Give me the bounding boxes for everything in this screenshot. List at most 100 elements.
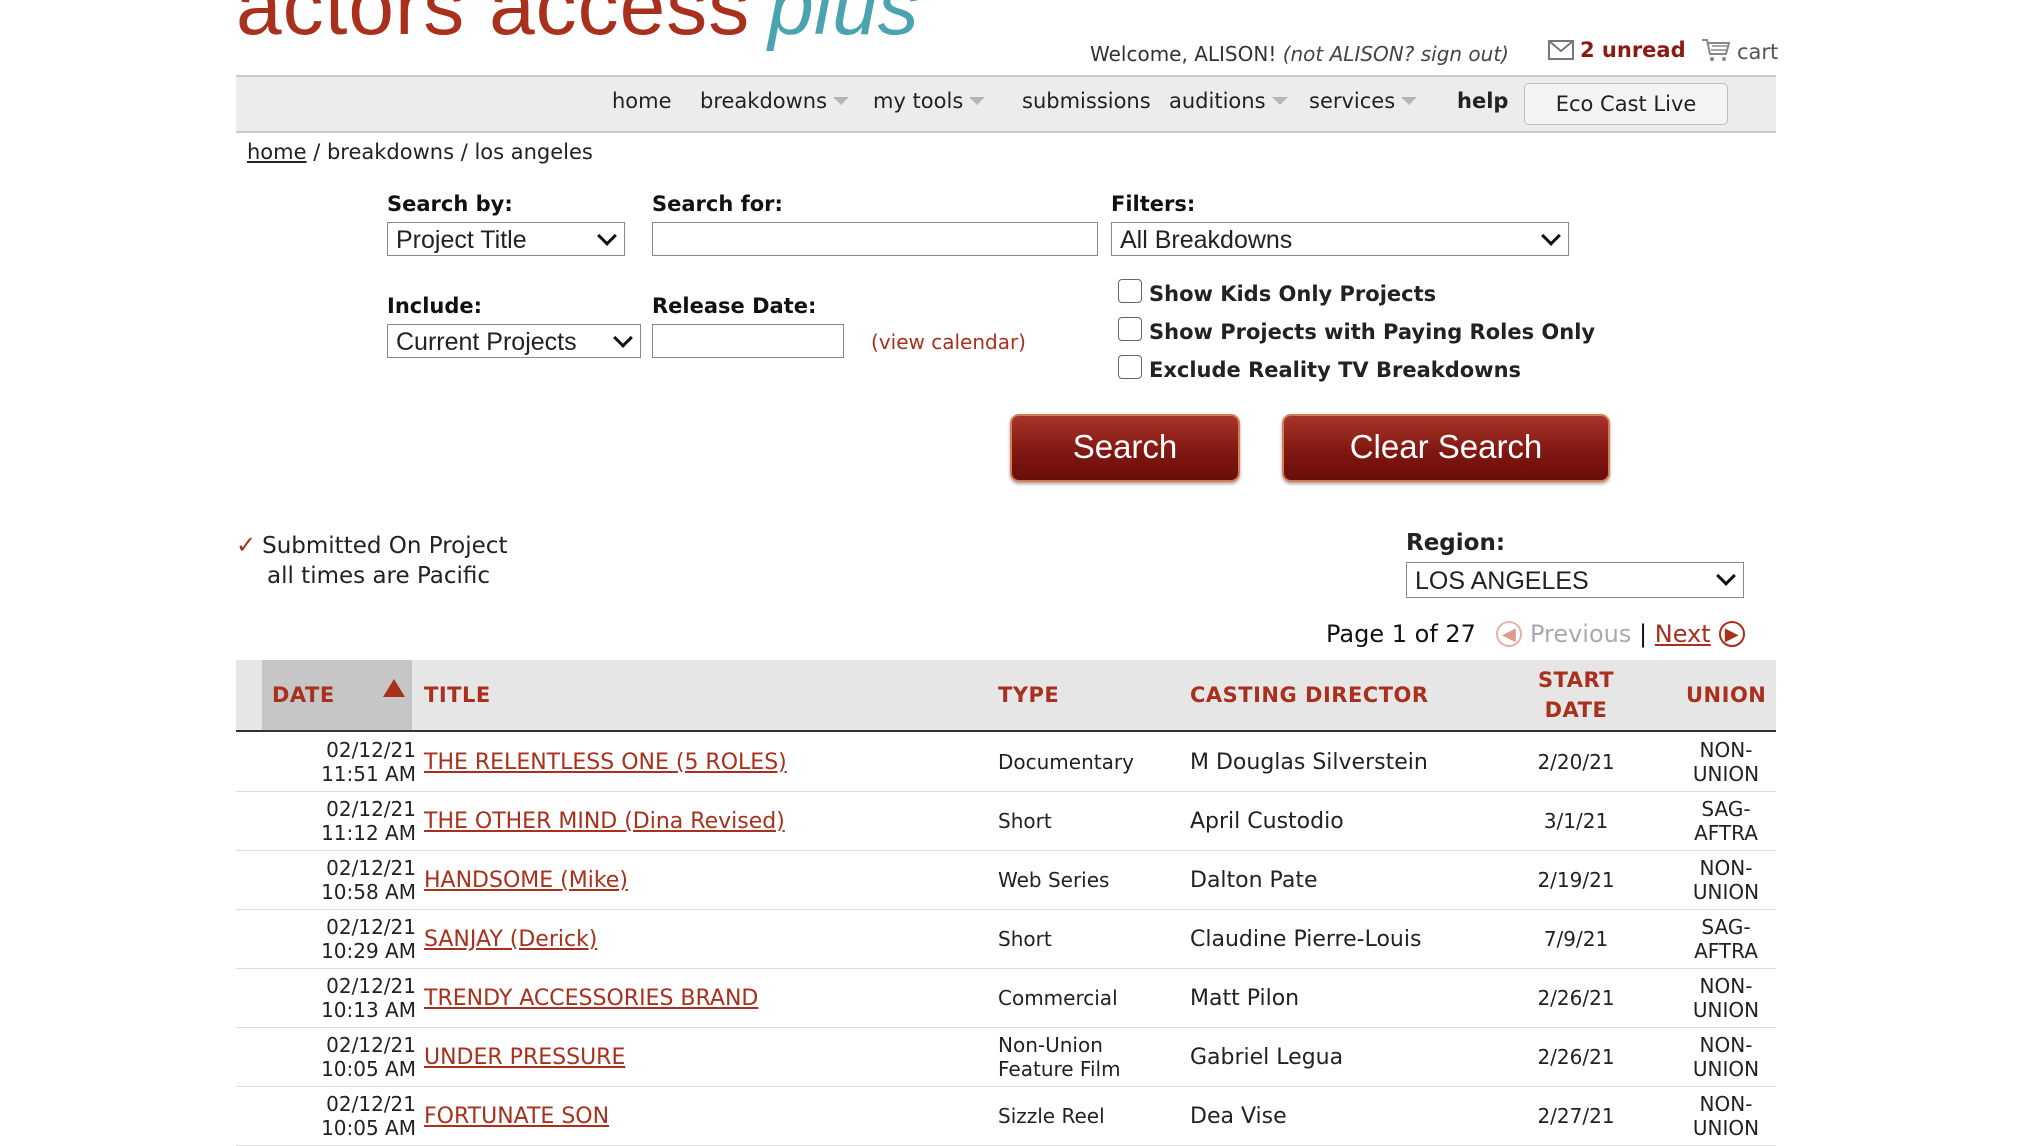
page-indicator: Page 1 of 27 <box>1326 620 1476 648</box>
nav-home[interactable]: home <box>612 89 672 113</box>
row-date: 02/12/21 <box>326 856 416 880</box>
row-type-cell: Sizzle Reel <box>998 1087 1105 1145</box>
welcome-text: Welcome, ALISON! <box>1090 42 1277 66</box>
row-date-cell: 02/12/21 10:05 AM <box>266 1028 416 1086</box>
search-for-label: Search for: <box>652 192 783 216</box>
table-row: 02/12/21 11:12 AM THE OTHER MIND (Dina Rev… <box>236 792 1776 851</box>
search-for-input[interactable] <box>652 222 1098 256</box>
chevron-down-icon <box>1541 226 1561 246</box>
include-select[interactable]: Current Projects <box>387 324 641 358</box>
nav-my-tools[interactable]: my tools <box>873 89 986 113</box>
row-casting-director: Gabriel Legua <box>1190 1044 1344 1070</box>
paying-roles-checkbox[interactable]: Show Projects with Paying Roles Only <box>1118 317 1595 344</box>
row-date-cell: 02/12/21 10:29 AM <box>266 910 416 968</box>
project-title-link[interactable]: SANJAY (Derick) <box>424 927 597 952</box>
row-union-line2: AFTRA <box>1694 939 1758 963</box>
column-header-start-date[interactable]: START DATE <box>1526 660 1626 730</box>
column-header-union[interactable]: UNION <box>1686 660 1766 730</box>
project-title-link[interactable]: FORTUNATE SON <box>424 1104 609 1129</box>
row-start-date: 2/20/21 <box>1537 750 1615 774</box>
cart-link[interactable]: cart <box>1701 38 1778 64</box>
row-title-cell: THE OTHER MIND (Dina Revised) <box>424 792 785 850</box>
region-select[interactable]: LOS ANGELES <box>1406 562 1744 598</box>
sign-out-link[interactable]: (not ALISON? sign out) <box>1283 42 1509 66</box>
view-calendar-link[interactable]: (view calendar) <box>871 330 1026 354</box>
checkbox-box[interactable] <box>1118 317 1142 341</box>
row-union-line1: NON- <box>1699 974 1753 998</box>
row-type: Short <box>998 809 1052 833</box>
chevron-down-icon <box>613 328 633 348</box>
nav-help[interactable]: help <box>1457 89 1508 113</box>
clear-search-button[interactable]: Clear Search <box>1282 414 1610 482</box>
nav-auditions-label: auditions <box>1169 89 1266 113</box>
project-title-link[interactable]: THE OTHER MIND (Dina Revised) <box>424 809 785 834</box>
row-type: Short <box>998 927 1052 951</box>
region-value: LOS ANGELES <box>1415 567 1589 595</box>
row-start-date: 7/9/21 <box>1543 927 1609 951</box>
release-date-label: Release Date: <box>652 294 817 318</box>
row-type-cell: Short <box>998 910 1052 968</box>
include-label: Include: <box>387 294 483 318</box>
row-union-cell: NON- UNION <box>1676 1087 1776 1145</box>
pagination: Page 1 of 27 ◀ Previous | Next ▶ <box>1326 620 1745 648</box>
filters-select[interactable]: All Breakdowns <box>1111 222 1569 256</box>
row-union-cell: NON- UNION <box>1676 1028 1776 1086</box>
search-by-select[interactable]: Project Title <box>387 222 625 256</box>
checkbox-box[interactable] <box>1118 355 1142 379</box>
row-casting-director: Matt Pilon <box>1190 985 1300 1011</box>
column-header-date[interactable]: DATE <box>262 660 412 730</box>
region-label: Region: <box>1406 530 1506 556</box>
project-title-link[interactable]: UNDER PRESSURE <box>424 1045 625 1070</box>
exclude-reality-checkbox[interactable]: Exclude Reality TV Breakdowns <box>1118 355 1521 382</box>
logo-plus-text: plus <box>768 0 919 52</box>
project-title-link[interactable]: TRENDY ACCESSORIES BRAND <box>424 986 758 1011</box>
nav-breakdowns[interactable]: breakdowns <box>700 89 850 113</box>
row-type: Documentary <box>998 750 1134 774</box>
breadcrumb: home / breakdowns / los angeles <box>247 140 593 164</box>
next-arrow-icon[interactable]: ▶ <box>1718 621 1745 647</box>
nav-auditions[interactable]: auditions <box>1169 89 1288 113</box>
row-time: 10:05 AM <box>321 1116 416 1140</box>
table-row: 02/12/21 11:51 AM THE RELENTLESS ONE (5 RO… <box>236 733 1776 792</box>
envelope-icon <box>1548 40 1574 60</box>
release-date-input[interactable] <box>652 324 844 358</box>
site-logo[interactable]: actors access plus <box>236 0 919 60</box>
column-header-type[interactable]: TYPE <box>998 660 1059 730</box>
row-union-line1: NON- <box>1699 738 1753 762</box>
row-date-cell: 02/12/21 10:13 AM <box>266 969 416 1027</box>
row-type-line2: Feature Film <box>998 1057 1121 1081</box>
row-type-cell: Non-Union Feature Film <box>998 1028 1121 1086</box>
row-date-cell: 02/12/21 10:05 AM <box>266 1087 416 1145</box>
row-union-line1: NON- <box>1699 856 1753 880</box>
unread-messages-link[interactable]: 2 unread <box>1548 38 1686 62</box>
row-type: Non-Union <box>998 1033 1103 1057</box>
eco-cast-live-button[interactable]: Eco Cast Live <box>1524 83 1728 125</box>
kids-only-label: Show Kids Only Projects <box>1149 282 1437 306</box>
column-header-casting-director[interactable]: CASTING DIRECTOR <box>1190 660 1429 730</box>
paying-roles-label: Show Projects with Paying Roles Only <box>1149 320 1596 344</box>
table-row: 02/12/21 10:29 AM SANJAY (Derick) Short Clau… <box>236 910 1776 969</box>
nav-services[interactable]: services <box>1309 89 1418 113</box>
checkbox-box[interactable] <box>1118 279 1142 303</box>
row-union-cell: NON- UNION <box>1676 969 1776 1027</box>
row-casting-director: Dea Vise <box>1190 1103 1287 1129</box>
row-title-cell: SANJAY (Derick) <box>424 910 597 968</box>
date-header-label: DATE <box>272 683 335 707</box>
row-date: 02/12/21 <box>326 738 416 762</box>
project-title-link[interactable]: HANDSOME (Mike) <box>424 868 628 893</box>
search-button[interactable]: Search <box>1010 414 1240 482</box>
main-nav: home breakdowns my tools submissions aud… <box>236 75 1776 133</box>
project-title-link[interactable]: THE RELENTLESS ONE (5 ROLES) <box>424 750 787 775</box>
timezone-note: all times are Pacific <box>267 563 491 589</box>
breadcrumb-home-link[interactable]: home <box>247 140 307 164</box>
column-header-title[interactable]: TITLE <box>424 660 491 730</box>
row-title-cell: UNDER PRESSURE <box>424 1028 625 1086</box>
table-row: 02/12/21 10:05 AM FORTUNATE SON Sizzle Reel… <box>236 1087 1776 1146</box>
row-date: 02/12/21 <box>326 1092 416 1116</box>
filters-label: Filters: <box>1111 192 1196 216</box>
kids-only-checkbox[interactable]: Show Kids Only Projects <box>1118 279 1436 306</box>
nav-submissions[interactable]: submissions <box>1022 89 1151 113</box>
next-link[interactable]: Next <box>1655 620 1711 648</box>
row-type-cell: Short <box>998 792 1052 850</box>
checkmark-icon: ✓ <box>236 531 257 559</box>
